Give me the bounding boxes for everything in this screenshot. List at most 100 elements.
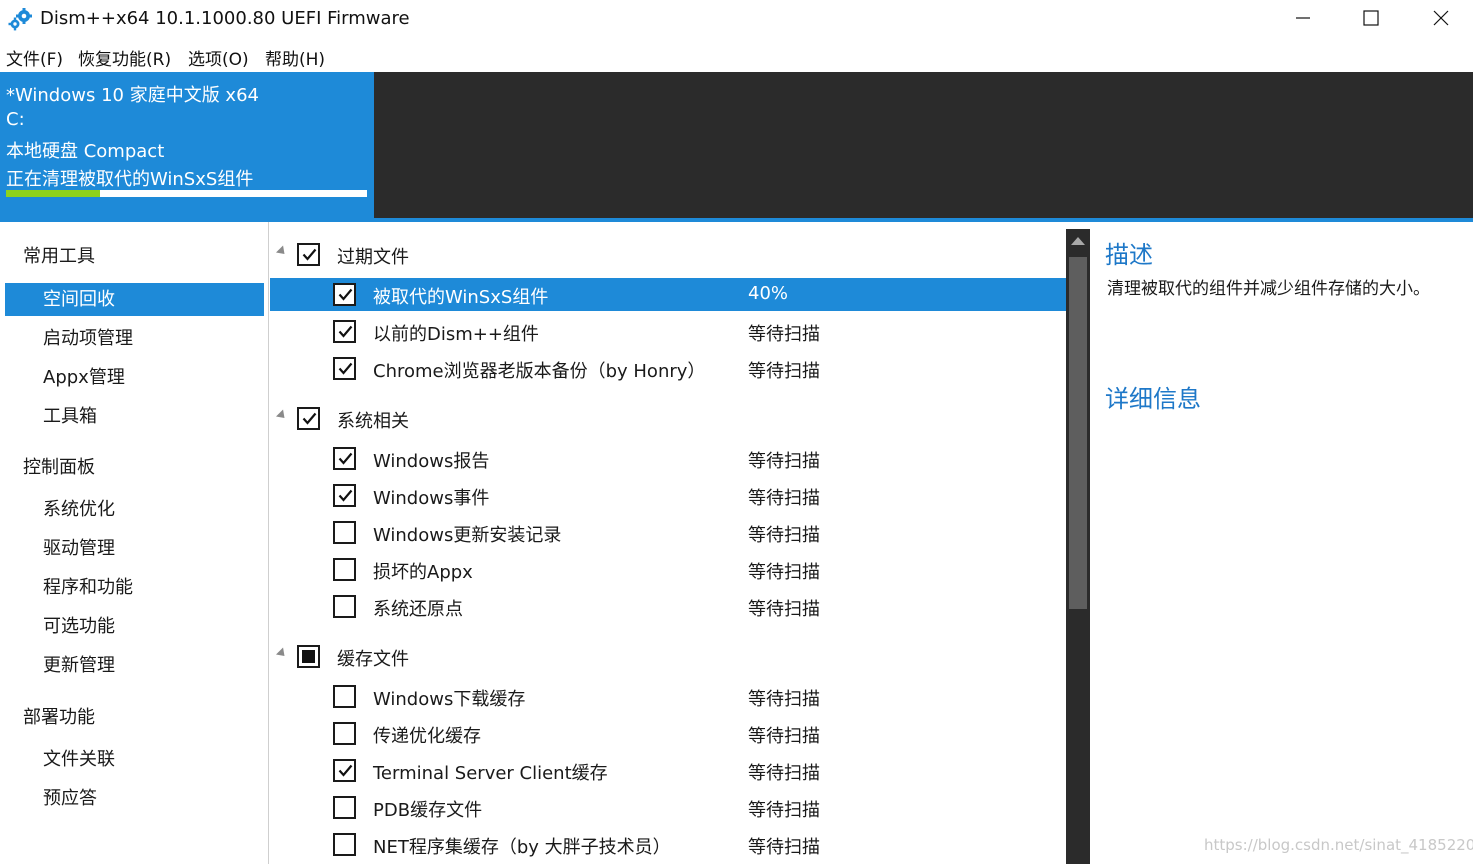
item-label: 系统还原点 (373, 599, 463, 620)
info-panel: 描述 清理被取代的组件并减少组件存储的大小。 详细信息 (1092, 222, 1473, 864)
menu-options[interactable]: 选项(O) (188, 45, 249, 70)
item-label: Windows事件 (373, 488, 490, 509)
list-item[interactable]: Windows事件 等待扫描 (270, 479, 1066, 512)
group-label: 缓存文件 (337, 649, 409, 670)
sidebar-item-space-recovery[interactable]: 空间回收 (5, 283, 264, 316)
group-label: 过期文件 (337, 247, 409, 268)
group-checkbox[interactable] (297, 243, 320, 266)
sidebar: 常用工具 空间回收 启动项管理 Appx管理 工具箱 控制面板 系统优化 驱动管… (0, 222, 269, 864)
check-icon (338, 489, 353, 502)
expand-arrow-icon[interactable] (275, 409, 289, 422)
list-item[interactable]: NET程序集缓存（by 大胖子技术员） 等待扫描 (270, 828, 1066, 861)
expand-arrow-icon[interactable] (275, 245, 289, 258)
list-group-header[interactable]: 过期文件 (270, 237, 1066, 273)
sidebar-group-common-tools: 常用工具 (23, 246, 95, 267)
item-status: 40% (748, 283, 789, 304)
item-label: Terminal Server Client缓存 (373, 763, 608, 784)
check-icon (302, 412, 317, 425)
sidebar-group-deploy: 部署功能 (23, 707, 95, 728)
sidebar-item-answer-file[interactable]: 预应答 (5, 782, 264, 815)
item-checkbox[interactable] (333, 447, 356, 470)
scroll-thumb[interactable] (1069, 257, 1087, 609)
item-checkbox[interactable] (333, 796, 356, 819)
minimize-icon (1295, 10, 1311, 30)
details-heading: 详细信息 (1105, 385, 1201, 413)
list-item[interactable]: Windows下载缓存 等待扫描 (270, 680, 1066, 713)
check-icon (338, 452, 353, 465)
list-group-header[interactable]: 缓存文件 (270, 639, 1066, 675)
item-checkbox[interactable] (333, 759, 356, 782)
check-icon (338, 764, 353, 777)
list-item[interactable]: PDB缓存文件 等待扫描 (270, 791, 1066, 824)
watermark: https://blog.csdn.net/sinat_41852207 (1204, 836, 1473, 854)
item-label: Windows下载缓存 (373, 689, 526, 710)
menu-restore[interactable]: 恢复功能(R) (78, 45, 171, 70)
list-item[interactable]: 以前的Dism++组件 等待扫描 (270, 315, 1066, 348)
sidebar-item-updates[interactable]: 更新管理 (5, 649, 264, 682)
item-status: 等待扫描 (748, 837, 820, 858)
group-checkbox[interactable] (297, 645, 320, 668)
scroll-up-icon[interactable] (1071, 237, 1085, 245)
description-text: 清理被取代的组件并减少组件存储的大小。 (1107, 279, 1430, 299)
sidebar-item-appx[interactable]: Appx管理 (5, 361, 264, 394)
sidebar-item-programs[interactable]: 程序和功能 (5, 571, 264, 604)
close-button[interactable] (1406, 0, 1473, 40)
item-status: 等待扫描 (748, 726, 820, 747)
list-scrollbar[interactable] (1066, 229, 1090, 864)
maximize-button[interactable] (1336, 0, 1406, 40)
item-status: 等待扫描 (748, 562, 820, 583)
item-label: Windows报告 (373, 451, 490, 472)
image-disk: 本地硬盘 Compact (6, 141, 165, 162)
item-label: Windows更新安装记录 (373, 525, 562, 546)
close-icon (1433, 10, 1449, 30)
menu-file[interactable]: 文件(F) (6, 45, 63, 70)
maximize-icon (1363, 10, 1379, 30)
list-item[interactable]: Terminal Server Client缓存 等待扫描 (270, 754, 1066, 787)
list-item[interactable]: 传递优化缓存 等待扫描 (270, 717, 1066, 750)
sidebar-item-drivers[interactable]: 驱动管理 (5, 532, 264, 565)
item-label: 以前的Dism++组件 (373, 324, 539, 345)
item-checkbox[interactable] (333, 521, 356, 544)
minimize-button[interactable] (1268, 0, 1338, 40)
sidebar-item-startup[interactable]: 启动项管理 (5, 322, 264, 355)
list-item[interactable]: Windows报告 等待扫描 (270, 442, 1066, 475)
item-status: 等待扫描 (748, 451, 820, 472)
item-checkbox[interactable] (333, 685, 356, 708)
task-progress-fill (6, 190, 100, 197)
image-drive: C: (6, 109, 25, 130)
list-item[interactable]: Chrome浏览器老版本备份（by Honry） 等待扫描 (270, 352, 1066, 385)
item-checkbox[interactable] (333, 484, 356, 507)
menu-help[interactable]: 帮助(H) (265, 45, 325, 70)
group-checkbox[interactable] (297, 407, 320, 430)
item-checkbox[interactable] (333, 320, 356, 343)
item-checkbox[interactable] (333, 833, 356, 856)
item-status: 等待扫描 (748, 689, 820, 710)
cleanup-list: 过期文件 被取代的WinSxS组件 40% 以前的Dism++组件 等待扫描 Chrome… (270, 222, 1066, 864)
list-group-header[interactable]: 系统相关 (270, 401, 1066, 437)
expand-arrow-icon[interactable] (275, 647, 289, 660)
menu-bar: 文件(F) 恢复功能(R) 选项(O) 帮助(H) (0, 40, 1473, 72)
item-label: 被取代的WinSxS组件 (373, 287, 549, 308)
item-status: 等待扫描 (748, 488, 820, 509)
sidebar-item-optimize[interactable]: 系统优化 (5, 493, 264, 526)
sidebar-item-toolbox[interactable]: 工具箱 (5, 400, 264, 433)
item-checkbox[interactable] (333, 558, 356, 581)
item-label: 传递优化缓存 (373, 726, 481, 747)
item-label: 损坏的Appx (373, 562, 473, 583)
item-label: NET程序集缓存（by 大胖子技术员） (373, 837, 671, 858)
item-status: 等待扫描 (748, 800, 820, 821)
item-checkbox[interactable] (333, 283, 356, 306)
list-item[interactable]: 系统还原点 等待扫描 (270, 590, 1066, 623)
list-item[interactable]: 损坏的Appx 等待扫描 (270, 553, 1066, 586)
item-checkbox[interactable] (333, 357, 356, 380)
list-item[interactable]: 被取代的WinSxS组件 40% (270, 278, 1066, 311)
sidebar-group-control-panel: 控制面板 (23, 457, 95, 478)
check-icon (338, 288, 353, 301)
sidebar-item-features[interactable]: 可选功能 (5, 610, 264, 643)
list-item[interactable]: Windows更新安装记录 等待扫描 (270, 516, 1066, 549)
item-checkbox[interactable] (333, 722, 356, 745)
window-title: Dism++x64 10.1.1000.80 UEFI Firmware (40, 8, 410, 29)
task-progress-bar (6, 190, 367, 197)
item-checkbox[interactable] (333, 595, 356, 618)
sidebar-item-file-assoc[interactable]: 文件关联 (5, 743, 264, 776)
